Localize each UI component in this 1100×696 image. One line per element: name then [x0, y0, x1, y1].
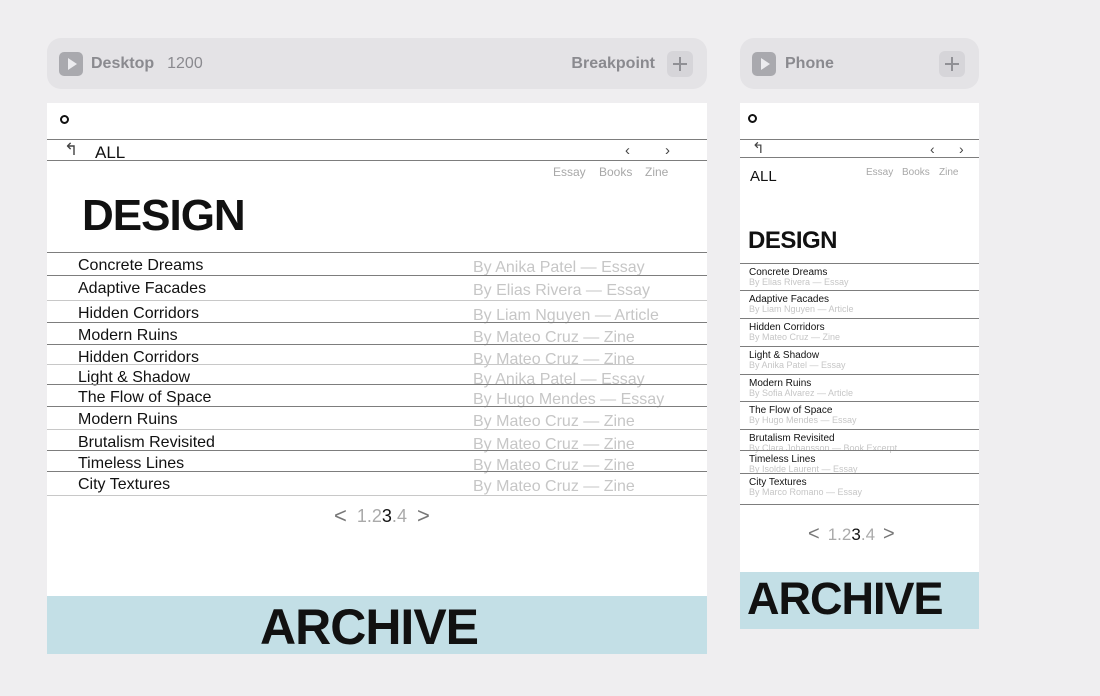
row-divider: [47, 384, 707, 385]
list-item-meta: By Mateo Cruz — Zine: [473, 351, 635, 368]
pager-next-icon[interactable]: >: [417, 503, 430, 529]
divider: [740, 157, 979, 158]
list-item-title[interactable]: City Textures: [78, 476, 170, 494]
list-item-meta: By Marco Romano — Essay: [749, 487, 863, 497]
page-3-current[interactable]: 3: [382, 506, 392, 527]
list-item-meta: By Mateo Cruz — Zine: [473, 457, 635, 474]
row-divider: [47, 495, 707, 496]
divider: [740, 139, 979, 140]
prev-arrow-icon[interactable]: ‹: [625, 143, 630, 158]
desktop-label: Desktop: [91, 54, 155, 72]
archive-title: ARCHIVE: [260, 599, 479, 654]
list-item-title[interactable]: The Flow of Space: [78, 389, 211, 407]
row-divider: [47, 300, 707, 301]
phone-preview-play-button[interactable]: [752, 51, 776, 76]
pagination: < 1. 2 3. 4 >: [808, 523, 895, 546]
next-arrow-icon[interactable]: ›: [959, 142, 964, 156]
page-1[interactable]: 1: [828, 525, 837, 545]
row-divider: [740, 263, 979, 264]
logo-icon[interactable]: [748, 114, 757, 123]
filter-books[interactable]: Books: [599, 165, 632, 179]
pager-prev-icon[interactable]: <: [334, 503, 347, 529]
filter-essay[interactable]: Essay: [866, 167, 893, 178]
row-divider: [47, 450, 707, 451]
list-item-meta: By Mateo Cruz — Zine: [749, 332, 841, 342]
list-item-meta: By Anika Patel — Essay: [749, 360, 846, 370]
phone-frame: ↰ ‹ › ALL Essay Books Zine DESIGN Concre…: [740, 103, 979, 629]
list-item-meta: By Clara Johansson — Book Excerpt: [749, 443, 898, 453]
pager-next-icon[interactable]: >: [883, 523, 895, 546]
pager-prev-icon[interactable]: <: [808, 523, 820, 546]
next-arrow-icon[interactable]: ›: [665, 143, 670, 158]
logo-icon[interactable]: [60, 115, 69, 124]
list-item-meta: By Sofia Alvarez — Article: [749, 388, 854, 398]
row-divider: [47, 252, 707, 253]
phone-label: Phone: [785, 54, 834, 72]
list-item-title[interactable]: Modern Ruins: [78, 327, 178, 345]
back-arrow-icon[interactable]: ↰: [752, 141, 765, 156]
row-divider: [740, 318, 979, 319]
filter-zine[interactable]: Zine: [645, 165, 668, 179]
page-heading: DESIGN: [748, 227, 838, 254]
desktop-toolbar: Desktop 1200 Breakpoint: [47, 38, 707, 89]
list-item-title[interactable]: Hidden Corridors: [78, 305, 199, 323]
row-divider: [47, 275, 707, 276]
list-item-title[interactable]: Adaptive Facades: [78, 280, 206, 298]
desktop-frame: ↰ ALL ‹ › Essay Books Zine DESIGN Concre…: [47, 103, 707, 654]
row-divider: [740, 504, 979, 505]
list-item-meta: By Mateo Cruz — Zine: [473, 478, 635, 495]
list-item-meta: By Mateo Cruz — Zine: [473, 436, 635, 453]
row-divider: [740, 346, 979, 347]
list-item-meta: By Elias Rivera — Essay: [473, 282, 650, 299]
filter-zine[interactable]: Zine: [939, 167, 958, 178]
breakpoint-label[interactable]: Breakpoint: [571, 55, 655, 73]
row-divider: [740, 429, 979, 430]
add-phone-breakpoint-button[interactable]: [939, 50, 965, 77]
filter-books[interactable]: Books: [902, 167, 930, 178]
divider: [47, 160, 707, 161]
list-item-title[interactable]: Modern Ruins: [78, 411, 178, 429]
list-item-meta: By Elias Rivera — Essay: [749, 277, 849, 287]
page-3-current[interactable]: 3: [851, 525, 860, 545]
row-divider: [47, 322, 707, 323]
page-4[interactable]: 4: [397, 506, 407, 527]
list-item-meta: By Anika Patel — Essay: [473, 371, 645, 388]
back-arrow-icon[interactable]: ↰: [64, 141, 78, 158]
row-divider: [47, 364, 707, 365]
list-item-meta: By Liam Nguyen — Article: [749, 304, 854, 314]
row-divider: [740, 290, 979, 291]
row-divider: [740, 473, 979, 474]
filter-essay[interactable]: Essay: [553, 165, 586, 179]
page-2[interactable]: 2: [842, 525, 851, 545]
page-2[interactable]: 2: [372, 506, 382, 527]
row-divider: [740, 450, 979, 451]
back-all-link[interactable]: ALL: [750, 168, 777, 185]
phone-toolbar: Phone: [740, 38, 979, 89]
page-1[interactable]: 1: [357, 506, 367, 527]
list-item-title[interactable]: Concrete Dreams: [78, 257, 203, 275]
row-divider: [47, 471, 707, 472]
list-item-meta: By Hugo Mendes — Essay: [749, 415, 857, 425]
row-divider: [740, 374, 979, 375]
row-divider: [47, 344, 707, 345]
prev-arrow-icon[interactable]: ‹: [930, 142, 935, 156]
divider: [47, 139, 707, 140]
row-divider: [47, 406, 707, 407]
page-heading: DESIGN: [82, 191, 246, 240]
add-breakpoint-button[interactable]: [667, 50, 693, 77]
desktop-width-value[interactable]: 1200: [167, 55, 203, 73]
row-divider: [47, 429, 707, 430]
desktop-preview-play-button[interactable]: [59, 51, 83, 76]
pagination: < 1. 2 3. 4 >: [334, 503, 430, 529]
row-divider: [740, 401, 979, 402]
archive-title: ARCHIVE: [747, 573, 944, 624]
page-4[interactable]: 4: [866, 525, 875, 545]
